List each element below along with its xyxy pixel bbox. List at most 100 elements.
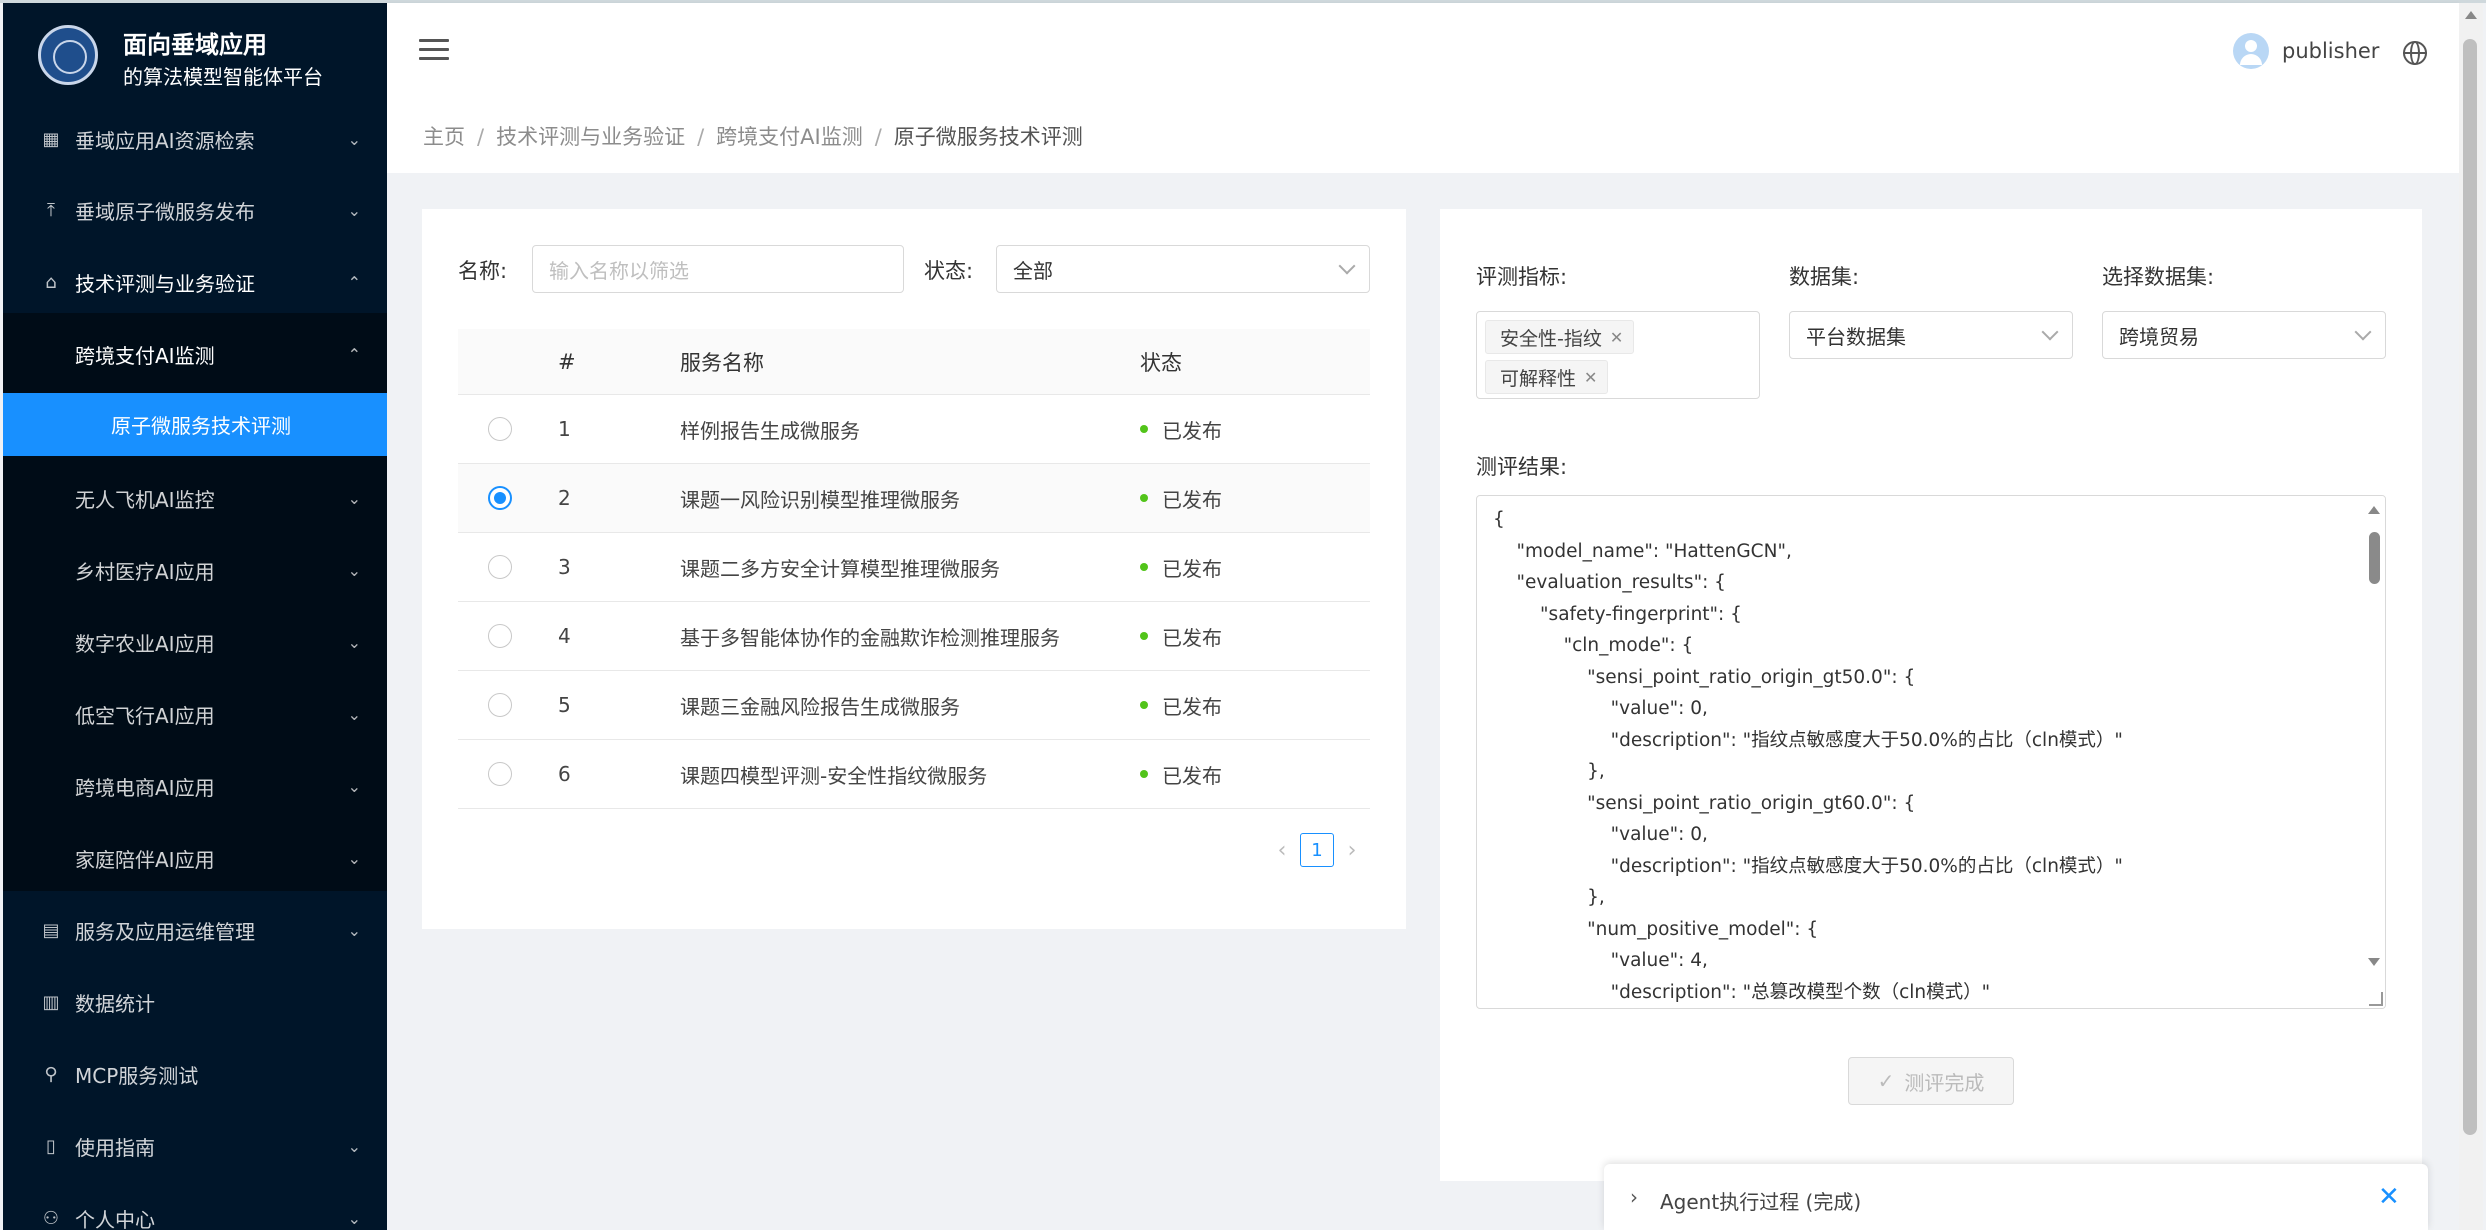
choose-dataset-select[interactable]: 跨境贸易 [2102, 311, 2386, 359]
sidebar-item-microservice-evaluation[interactable]: 原子微服务技术评测 [3, 393, 387, 456]
table-row[interactable]: 3 课题二多方安全计算模型推理微服务 已发布 [458, 533, 1370, 602]
result-label: 测评结果: [1476, 455, 1568, 479]
sidebar-item-rural-medical[interactable]: 乡村医疗AI应用 ⌄ [3, 534, 387, 606]
row-radio[interactable] [488, 417, 512, 441]
sidebar-item-drone-monitor[interactable]: 无人飞机AI监控 ⌄ [3, 462, 387, 534]
sidebar-item-low-altitude[interactable]: 低空飞行AI应用 ⌄ [3, 678, 387, 750]
dataset-label: 数据集: [1789, 265, 1860, 289]
grid-icon: ▦ [42, 128, 60, 150]
scroll-up-icon[interactable] [2465, 11, 2477, 19]
sidebar-item-family-companion[interactable]: 家庭陪伴AI应用 ⌄ [3, 822, 387, 894]
result-textarea[interactable]: { "model_name": "HattenGCN", "evaluation… [1476, 495, 2386, 1009]
choose-dataset-label: 选择数据集: [2102, 265, 2215, 289]
sidebar-item-resource-search[interactable]: ▦ 垂域应用AI资源检索 ⌄ [3, 103, 387, 175]
metric-tag: 可解释性 ✕ [1485, 360, 1609, 394]
resize-handle-icon[interactable] [2369, 992, 2383, 1006]
breadcrumb-bar: 主页 / 技术评测与业务验证 / 跨境支付AI监测 / 原子微服务技术评测 [387, 101, 2459, 173]
row-radio[interactable] [488, 555, 512, 579]
api-icon: ⚲ [44, 1063, 58, 1085]
table-row[interactable]: 6 课题四模型评测-安全性指纹微服务 已发布 [458, 740, 1370, 809]
app-title-line2: 的算法模型智能体平台 [123, 65, 323, 89]
metric-tag: 安全性-指纹 ✕ [1485, 320, 1635, 354]
status-dot-icon [1140, 632, 1148, 640]
chevron-down-icon: ⌄ [347, 560, 361, 580]
chevron-down-icon: ⌄ [347, 1208, 361, 1228]
table-row[interactable]: 1 样例报告生成微服务 已发布 [458, 395, 1370, 464]
sidebar-item-data-statistics[interactable]: ▥ 数据统计 [3, 966, 387, 1038]
bar-chart-icon: ▥ [42, 991, 60, 1013]
check-icon: ✓ [1877, 1069, 1895, 1093]
row-status: 已发布 [1140, 464, 1222, 532]
close-icon[interactable]: ✕ [2378, 1182, 2400, 1212]
sidebar-item-ops-management[interactable]: ▤ 服务及应用运维管理 ⌄ [3, 894, 387, 966]
scroll-up-icon[interactable] [2368, 506, 2380, 514]
row-status: 已发布 [1140, 533, 1222, 601]
result-scrollbar[interactable] [2365, 496, 2385, 1008]
sidebar-item-digital-agriculture[interactable]: 数字农业AI应用 ⌄ [3, 606, 387, 678]
sidebar-item-tech-evaluation[interactable]: ⌂ 技术评测与业务验证 ⌃ [3, 246, 387, 318]
status-filter-label: 状态: [924, 259, 974, 283]
chevron-down-icon: ⌄ [347, 920, 361, 940]
choose-dataset-value: 跨境贸易 [2119, 324, 2199, 349]
row-num: 5 [558, 693, 571, 717]
status-dot-icon [1140, 563, 1148, 571]
sidebar-item-label: 无人飞机AI监控 [75, 487, 215, 512]
page-number[interactable]: 1 [1300, 833, 1334, 867]
service-table: # 服务名称 状态 1 样例报告生成微服务 已发布 2 课题一风险识别模型推理微… [458, 329, 1370, 809]
close-icon[interactable]: ✕ [1610, 328, 1623, 347]
breadcrumb-tech-evaluation[interactable]: 技术评测与业务验证 [496, 125, 685, 149]
row-status-text: 已发布 [1162, 556, 1222, 581]
scrollbar-thumb[interactable] [2463, 39, 2477, 1135]
close-icon[interactable]: ✕ [1584, 368, 1597, 387]
chevron-down-icon: ⌄ [347, 776, 361, 796]
status-dot-icon [1140, 494, 1148, 502]
evaluation-done-button[interactable]: ✓ 测评完成 [1848, 1057, 2014, 1105]
breadcrumb-crossborder-payment[interactable]: 跨境支付AI监测 [716, 125, 863, 149]
table-row[interactable]: 5 课题三金融风险报告生成微服务 已发布 [458, 671, 1370, 740]
table-row[interactable]: 4 基于多智能体协作的金融欺诈检测推理服务 已发布 [458, 602, 1370, 671]
row-status: 已发布 [1140, 671, 1222, 739]
sidebar-item-user-guide[interactable]: ▯ 使用指南 ⌄ [3, 1110, 387, 1182]
menu-fold-icon[interactable] [419, 39, 449, 63]
sidebar-item-label: 低空飞行AI应用 [75, 703, 215, 728]
sidebar-item-crossborder-ecommerce[interactable]: 跨境电商AI应用 ⌄ [3, 750, 387, 822]
globe-icon[interactable] [2403, 41, 2427, 65]
control-icon: ▤ [42, 919, 60, 941]
metric-tag-label: 可解释性 [1500, 367, 1577, 390]
agent-process-panel[interactable]: › Agent执行过程 (完成) ✕ [1604, 1164, 2428, 1230]
agent-process-title: Agent执行过程 (完成) [1660, 1190, 1862, 1214]
row-name: 课题四模型评测-安全性指纹微服务 [680, 763, 988, 788]
dataset-select[interactable]: 平台数据集 [1789, 311, 2073, 359]
sidebar-item-mcp-test[interactable]: ⚲ MCP服务测试 [3, 1038, 387, 1110]
row-num: 3 [558, 555, 571, 579]
column-header-num: # [558, 349, 576, 374]
metric-multi-select[interactable]: 安全性-指纹 ✕ 可解释性 ✕ [1476, 311, 1760, 399]
prev-page-icon[interactable]: ‹ [1270, 838, 1294, 863]
logo: 面向垂域应用 的算法模型智能体平台 [3, 3, 387, 107]
chevron-right-icon[interactable]: › [1630, 1185, 1638, 1209]
row-radio[interactable] [488, 693, 512, 717]
bank-icon: ⌂ [45, 271, 57, 293]
scrollbar-thumb[interactable] [2369, 532, 2380, 584]
avatar[interactable] [2233, 33, 2269, 69]
name-filter-input[interactable]: 输入名称以筛选 [532, 245, 904, 293]
status-filter-select[interactable]: 全部 [996, 245, 1370, 293]
sidebar-item-crossborder-payment[interactable]: 跨境支付AI监测 ⌃ [3, 318, 387, 390]
row-status: 已发布 [1140, 602, 1222, 670]
row-radio[interactable] [488, 486, 512, 510]
row-radio[interactable] [488, 624, 512, 648]
username[interactable]: publisher [2282, 39, 2379, 63]
table-row[interactable]: 2 课题一风险识别模型推理微服务 已发布 [458, 464, 1370, 533]
sidebar-item-microservice-publish[interactable]: ⤒ 垂域原子微服务发布 ⌄ [3, 174, 387, 246]
breadcrumb-home[interactable]: 主页 [423, 125, 465, 149]
evaluation-card: 评测指标: 安全性-指纹 ✕ 可解释性 ✕ 数据集: 平台数据集 选择数据集: 跨境… [1440, 209, 2422, 1181]
row-name: 课题三金融风险报告生成微服务 [680, 694, 960, 719]
chevron-down-icon: ⌄ [347, 848, 361, 868]
evaluation-done-label: 测评完成 [1904, 1070, 1985, 1095]
row-status-text: 已发布 [1162, 763, 1222, 788]
scroll-down-icon[interactable] [2368, 958, 2380, 966]
next-page-icon[interactable]: › [1340, 838, 1364, 863]
sidebar-item-personal-center[interactable]: ⚇ 个人中心 ⌄ [3, 1182, 387, 1230]
page-scrollbar[interactable] [2459, 3, 2483, 1230]
row-radio[interactable] [488, 762, 512, 786]
